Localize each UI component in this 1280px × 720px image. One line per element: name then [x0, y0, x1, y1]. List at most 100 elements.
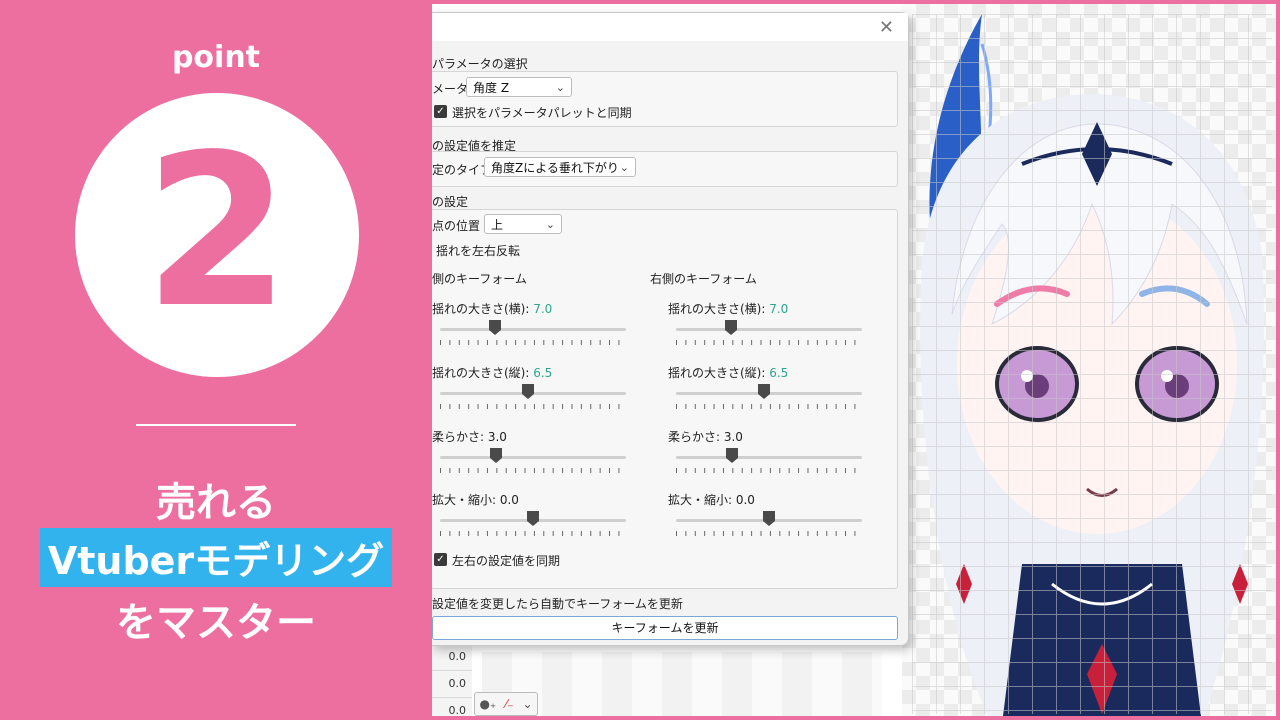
settings-title: の設定	[432, 195, 469, 209]
headline-line-3: をマスター	[116, 600, 316, 646]
slider-thumb-tip	[489, 330, 501, 335]
slider-ticks	[676, 340, 862, 348]
slider-thumb[interactable]	[489, 320, 501, 330]
point-label: point	[171, 40, 261, 75]
chevron-down-icon: ⌄	[545, 218, 555, 231]
sync-lr-label: 左右の設定値を同期	[452, 554, 561, 568]
value-cell: 0.0	[432, 644, 472, 671]
slider-thumb[interactable]	[726, 448, 738, 458]
auto-update-label[interactable]: 設定値を変更したら自動でキーフォームを更新	[432, 595, 683, 612]
slider-track	[440, 456, 626, 459]
sync-palette-checkbox[interactable]: ✓	[434, 105, 447, 118]
estimate-type-label: 定のタイプ	[432, 163, 493, 177]
right-slider-label: 拡大・縮小: 0.0	[668, 491, 755, 508]
slider-label-text: 柔らかさ:	[432, 430, 488, 444]
remove-point-icon: ⁄₋	[505, 697, 514, 711]
left-slider[interactable]	[440, 320, 626, 354]
pivot-combo[interactable]: 上 ⌄	[484, 214, 562, 234]
right-slider[interactable]	[676, 320, 862, 354]
point-number: 2	[143, 109, 291, 354]
slider-value: 0.0	[499, 493, 519, 507]
right-slider[interactable]	[676, 511, 862, 545]
pivot-value: 上	[491, 218, 504, 232]
chevron-down-icon: ⌄	[555, 81, 565, 94]
slider-thumb-tip	[758, 394, 770, 399]
divider	[136, 424, 296, 426]
physics-dialog: ✕ パラメータの選択 メータ 角度 Z ⌄ ✓ 選択をパラメータパレットと同期 …	[432, 12, 909, 646]
slider-value: 7.0	[533, 302, 553, 316]
slider-thumb-tip	[490, 458, 502, 463]
close-icon[interactable]: ✕	[879, 17, 894, 38]
slider-ticks	[440, 340, 626, 348]
left-slider-label: 揺れの大きさ(横): 7.0	[432, 300, 552, 317]
slider-thumb[interactable]	[490, 448, 502, 458]
slider-label-text: 揺れの大きさ(横):	[432, 302, 534, 316]
keyframe-tool-dropdown[interactable]: ●₊ ⁄₋ ⌄	[474, 692, 538, 716]
param-combo-value: 角度 Z	[473, 81, 510, 95]
slider-thumb[interactable]	[725, 320, 737, 330]
slider-ticks	[676, 404, 862, 412]
pivot-label: 点の位置	[432, 219, 481, 233]
slider-value: 7.0	[769, 302, 789, 316]
right-slider[interactable]	[676, 384, 862, 418]
left-keyform-title: 側のキーフォーム	[432, 272, 527, 286]
slider-ticks	[440, 468, 626, 476]
param-select-title: パラメータの選択	[432, 57, 528, 71]
slider-value: 3.0	[723, 430, 743, 444]
slider-thumb[interactable]	[758, 384, 770, 394]
slider-thumb-tip	[726, 458, 738, 463]
slider-ticks	[440, 404, 626, 412]
slider-thumb-tip	[522, 394, 534, 399]
value-cell: 0.0	[432, 698, 472, 716]
update-keyform-button[interactable]: キーフォームを更新	[432, 616, 898, 640]
value-column: 0.0 0.0 0.0	[432, 644, 472, 716]
value-cell: 0.0	[432, 671, 472, 698]
param-label: メータ	[432, 82, 469, 96]
sync-palette-label: 選択をパラメータパレットと同期	[452, 106, 632, 120]
left-slider[interactable]	[440, 511, 626, 545]
param-combo[interactable]: 角度 Z ⌄	[466, 77, 572, 97]
right-slider-label: 柔らかさ: 3.0	[668, 428, 743, 445]
mirror-label[interactable]: 揺れを左右反転	[436, 242, 520, 259]
slider-label-text: 揺れの大きさ(縦):	[668, 366, 770, 380]
estimate-type-value: 角度Zによる垂れ下がり	[491, 161, 619, 175]
right-slider-label: 揺れの大きさ(縦): 6.5	[668, 364, 788, 381]
slider-ticks	[676, 468, 862, 476]
left-slider-label: 柔らかさ: 3.0	[432, 428, 507, 445]
dialog-titlebar: ✕	[432, 13, 908, 41]
right-slider[interactable]	[676, 448, 862, 482]
slider-label-text: 揺れの大きさ(横):	[668, 302, 770, 316]
sync-lr-checkbox[interactable]: ✓	[434, 553, 447, 566]
headline-line-2: Vtuberモデリング	[39, 528, 393, 587]
right-slider-label: 揺れの大きさ(横): 7.0	[668, 300, 788, 317]
editor-area: 0.0 0.0 0.0 ●₊ ⁄₋ ⌄ ✕ パラメータの選択 メータ 角度 Z …	[432, 0, 1280, 720]
slider-label-text: 揺れの大きさ(縦):	[432, 366, 534, 380]
chevron-down-icon: ⌄	[619, 161, 629, 174]
left-slider[interactable]	[440, 384, 626, 418]
slider-thumb-tip	[763, 521, 775, 526]
slider-value: 6.5	[533, 366, 553, 380]
slider-thumb[interactable]	[522, 384, 534, 394]
deformer-grid	[912, 14, 1272, 714]
slider-thumb[interactable]	[527, 511, 539, 521]
left-slider[interactable]	[440, 448, 626, 482]
slider-thumb-tip	[527, 521, 539, 526]
left-slider-label: 拡大・縮小: 0.0	[432, 491, 519, 508]
slider-label-text: 拡大・縮小:	[668, 493, 736, 507]
slider-thumb[interactable]	[763, 511, 775, 521]
slider-label-text: 柔らかさ:	[668, 430, 724, 444]
headline-line-1: 売れる	[156, 480, 276, 526]
slider-track	[676, 328, 862, 331]
add-point-icon: ●₊	[479, 697, 497, 711]
slider-value: 3.0	[487, 430, 507, 444]
slider-thumb-tip	[725, 330, 737, 335]
slider-ticks	[440, 531, 626, 539]
slider-value: 0.0	[735, 493, 755, 507]
left-slider-label: 揺れの大きさ(縦): 6.5	[432, 364, 552, 381]
point-number-circle: 2	[75, 93, 359, 377]
slider-label-text: 拡大・縮小:	[432, 493, 500, 507]
chevron-down-icon: ⌄	[522, 697, 533, 711]
estimate-type-combo[interactable]: 角度Zによる垂れ下がり ⌄	[484, 157, 636, 177]
slider-value: 6.5	[769, 366, 789, 380]
slider-ticks	[676, 531, 862, 539]
